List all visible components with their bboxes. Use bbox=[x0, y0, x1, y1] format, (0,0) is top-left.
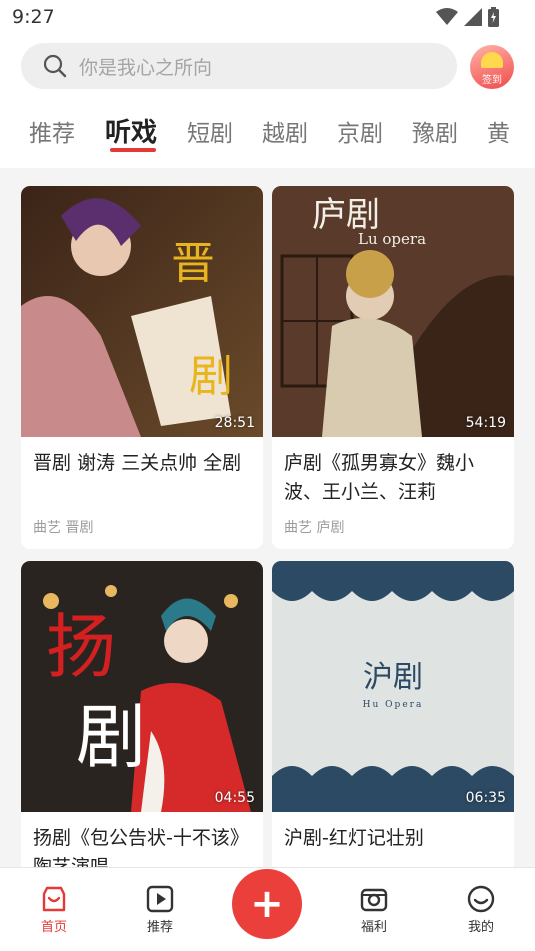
sun-icon bbox=[481, 52, 503, 68]
video-card[interactable]: 晋 剧 28:51 晋剧 谢涛 三关点帅 全剧 曲艺 晋剧 bbox=[21, 186, 263, 549]
poster-text: Lu opera bbox=[358, 230, 426, 248]
home-icon bbox=[42, 886, 66, 912]
video-title: 庐剧《孤男寡女》魏小波、王小兰、汪莉 bbox=[284, 452, 475, 503]
nav-welfare-label: 福利 bbox=[360, 920, 387, 935]
video-duration: 28:51 bbox=[214, 415, 255, 431]
search-bar[interactable]: 你是我心之所向 bbox=[21, 43, 457, 89]
nav-profile[interactable]: 我的 bbox=[451, 884, 511, 935]
nav-home-label: 首页 bbox=[40, 920, 67, 935]
signin-label: 签到 bbox=[482, 75, 502, 86]
tab-listen-opera[interactable]: 听戏 bbox=[105, 112, 157, 149]
smile-icon bbox=[467, 885, 495, 913]
poster-text: 剧 bbox=[189, 351, 233, 402]
wifi-icon bbox=[436, 8, 458, 25]
video-title: 沪剧-红灯记壮别 bbox=[284, 827, 424, 849]
poster-text: 沪剧 bbox=[363, 660, 423, 695]
video-card[interactable]: 扬 剧 04:55 扬剧《包公告状-十不该》陶艺演唱 bbox=[21, 561, 263, 868]
gift-icon bbox=[360, 888, 388, 912]
video-thumbnail[interactable]: 扬 剧 04:55 bbox=[21, 561, 263, 812]
play-icon bbox=[146, 885, 174, 913]
signal-icon bbox=[464, 8, 482, 26]
video-tags: 曲艺 晋剧 bbox=[33, 520, 94, 536]
header: 你是我心之所向 签到 推荐 听戏 短剧 越剧 京剧 豫剧 黄 bbox=[0, 36, 535, 168]
search-placeholder: 你是我心之所向 bbox=[79, 56, 213, 79]
battery-icon bbox=[488, 7, 499, 27]
active-tab-indicator bbox=[110, 148, 156, 152]
video-duration: 04:55 bbox=[214, 790, 255, 806]
poster-text: 剧 bbox=[76, 696, 146, 778]
video-tags: 曲艺 庐剧 bbox=[284, 520, 345, 536]
video-title: 扬剧《包公告状-十不该》陶艺演唱 bbox=[33, 827, 249, 868]
create-button[interactable]: + bbox=[232, 869, 302, 939]
poster-text: Hu Opera bbox=[363, 700, 424, 710]
status-time: 9:27 bbox=[12, 6, 55, 28]
tab-yu-opera[interactable]: 豫剧 bbox=[412, 114, 458, 148]
video-duration: 06:35 bbox=[465, 790, 506, 806]
video-grid: 晋 剧 28:51 晋剧 谢涛 三关点帅 全剧 曲艺 晋剧 庐剧 Lu oper… bbox=[0, 168, 535, 868]
status-bar: 9:27 bbox=[0, 0, 535, 36]
tab-short-drama[interactable]: 短剧 bbox=[187, 114, 233, 148]
status-icons bbox=[436, 7, 499, 27]
nav-recommend-label: 推荐 bbox=[146, 920, 173, 935]
bottom-nav: 首页 推荐 + 福利 我的 bbox=[0, 867, 535, 951]
category-tabs: 推荐 听戏 短剧 越剧 京剧 豫剧 黄 bbox=[0, 112, 535, 162]
video-card[interactable]: 沪剧 Hu Opera 06:35 沪剧-红灯记壮别 bbox=[272, 561, 514, 868]
video-thumbnail[interactable]: 晋 剧 28:51 bbox=[21, 186, 263, 437]
search-icon bbox=[43, 54, 67, 78]
nav-welfare[interactable]: 福利 bbox=[344, 884, 404, 935]
video-thumbnail[interactable]: 沪剧 Hu Opera 06:35 bbox=[272, 561, 514, 812]
video-thumbnail[interactable]: 庐剧 Lu opera 54:19 bbox=[272, 186, 514, 437]
poster-text: 晋 bbox=[171, 238, 215, 289]
poster-text: 庐剧 bbox=[312, 195, 380, 235]
signin-button[interactable]: 签到 bbox=[470, 45, 514, 89]
plus-icon: + bbox=[250, 881, 284, 927]
tab-peking-opera[interactable]: 京剧 bbox=[337, 114, 383, 148]
video-title: 晋剧 谢涛 三关点帅 全剧 bbox=[33, 452, 242, 474]
nav-profile-label: 我的 bbox=[467, 920, 494, 935]
nav-recommend[interactable]: 推荐 bbox=[130, 884, 190, 935]
nav-home[interactable]: 首页 bbox=[24, 884, 84, 935]
video-duration: 54:19 bbox=[465, 415, 506, 431]
tab-yue-opera[interactable]: 越剧 bbox=[262, 114, 308, 148]
tab-recommend[interactable]: 推荐 bbox=[29, 114, 75, 148]
poster-text: 扬 bbox=[46, 606, 116, 688]
video-card[interactable]: 庐剧 Lu opera 54:19 庐剧《孤男寡女》魏小波、王小兰、汪莉 曲艺 … bbox=[272, 186, 514, 549]
tab-huang[interactable]: 黄 bbox=[487, 114, 510, 148]
